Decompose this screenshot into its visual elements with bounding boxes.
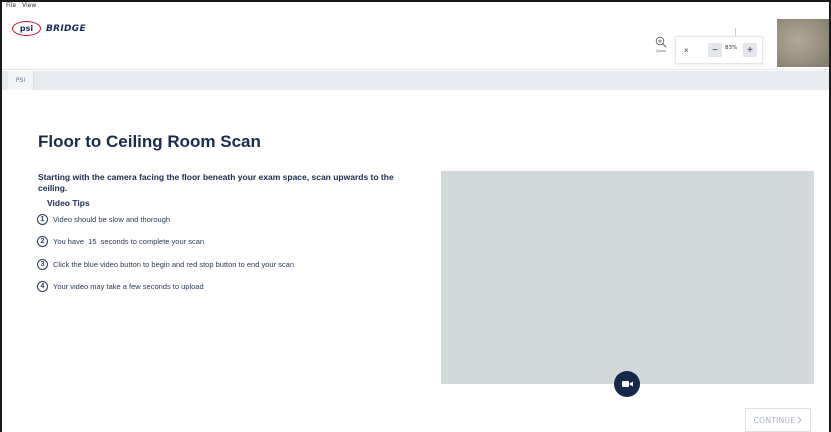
tab-bar: PSI [2,71,829,90]
record-video-button[interactable] [614,371,640,397]
video-preview-area [441,171,814,384]
tip-text: Click the blue video button to begin and… [53,260,294,269]
tip-number-icon: 1 [37,214,48,225]
zoom-panel: × − 83% + [675,36,763,64]
zoom-level: 83% [725,45,738,51]
tip-number-icon: 4 [37,281,48,292]
menu-view[interactable]: View [22,2,36,12]
tip-text: You have 15 seconds to complete your sca… [53,237,205,246]
video-camera-icon [621,381,633,387]
video-tips-heading: Video Tips [47,198,90,208]
header-divider [735,28,736,36]
tip-number-icon: 2 [37,236,48,247]
zoom-in-icon [655,36,667,48]
psi-bridge-logo: psi BRIDGE [12,21,86,36]
tip-item: 4 Your video may take a few seconds to u… [37,281,204,292]
tip-item: 2 You have 15 seconds to complete your s… [37,236,204,247]
scan-instructions: Starting with the camera facing the floo… [38,172,394,193]
webcam-preview [777,19,829,67]
menu-file[interactable]: File [6,2,16,12]
zoom-close-button[interactable]: × [684,46,689,55]
continue-label: CONTINUE [753,415,796,425]
tab-psi[interactable]: PSI [8,71,34,90]
psi-logo-mark: psi [12,21,41,36]
bridge-logo-text: BRIDGE [46,23,86,34]
zoom-label: Zoom [655,49,667,53]
tip-text: Video should be slow and thorough [53,215,171,224]
chevron-right-icon [798,416,803,424]
tip-number-icon: 3 [37,259,48,270]
zoom-in-button[interactable]: + [743,43,757,57]
tip-item: 3 Click the blue video button to begin a… [37,259,294,270]
tip-item: 1 Video should be slow and thorough [37,214,170,225]
page-title: Floor to Ceiling Room Scan [38,132,261,151]
menu-bar: File View [6,2,36,12]
continue-button[interactable]: CONTINUE [745,408,811,432]
zoom-button[interactable]: Zoom [650,36,672,62]
tip-text: Your video may take a few seconds to upl… [53,282,204,291]
zoom-out-button[interactable]: − [708,43,722,57]
